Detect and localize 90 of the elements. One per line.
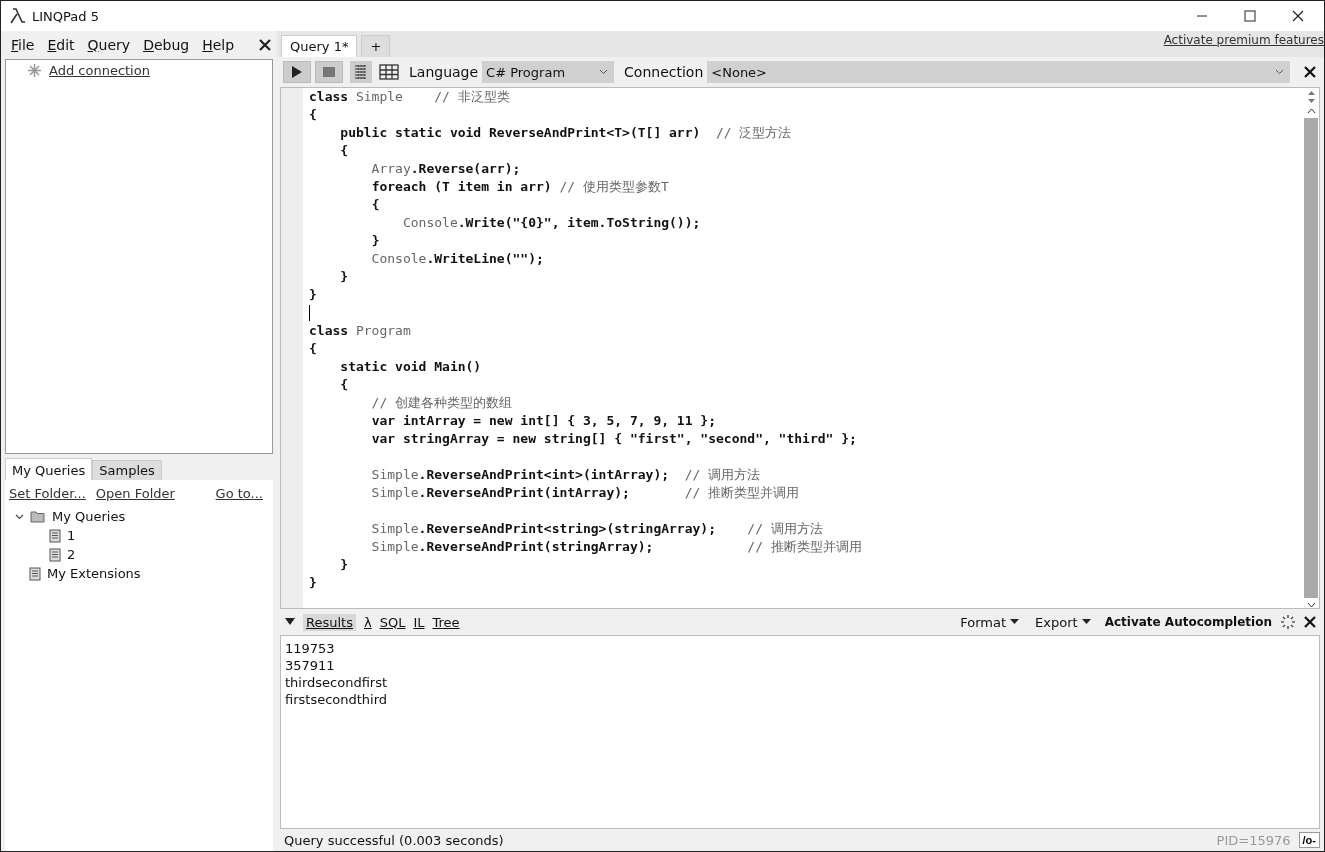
sidebar-tab[interactable]: Samples [92, 460, 162, 480]
scroll-up-icon[interactable] [1306, 108, 1316, 114]
code-line: Console.Write("{0}", item.ToString()); [401, 214, 701, 232]
folder-link[interactable]: Go to... [215, 486, 263, 501]
close-icon[interactable] [1304, 616, 1316, 628]
process-id: PID=15976 [1216, 832, 1291, 848]
output-line: firstsecondthird [285, 691, 389, 708]
document-icon [49, 547, 61, 562]
code-line: foreach (T item in arr) // 使用类型参数T [370, 178, 669, 196]
code-line: static void Main() [339, 358, 482, 376]
maximize-icon[interactable] [1244, 10, 1256, 22]
lambda-logo-icon [9, 7, 27, 25]
code-line: { [370, 196, 380, 214]
dropdown-triangle-icon [1081, 619, 1091, 625]
code-line: } [370, 232, 380, 250]
code-line: Array.Reverse(arr); [370, 160, 521, 178]
stop-icon [323, 67, 335, 77]
scrollbar[interactable] [1303, 88, 1319, 608]
run-button[interactable] [283, 61, 311, 83]
close-icon[interactable] [259, 39, 271, 51]
document-icon [49, 528, 61, 543]
menu-item[interactable]: Query [87, 37, 131, 53]
rich-text-grid-icon[interactable] [350, 61, 372, 83]
sparkle-icon [28, 64, 41, 77]
optimize-toggle-button[interactable]: /o- [1298, 832, 1320, 848]
code-line: { [339, 376, 349, 394]
connection-dropdown[interactable]: <None> [707, 61, 1290, 83]
connection-label: Connection [624, 64, 704, 80]
collapse-triangle-icon[interactable] [285, 618, 295, 626]
menu-item[interactable]: File [11, 37, 35, 53]
output-line: 119753 [285, 640, 336, 657]
language-label: Language [409, 64, 479, 80]
chevron-down-icon [1275, 69, 1284, 75]
dropdown-menu[interactable]: Format [960, 614, 1020, 630]
scroll-down-icon[interactable] [1306, 602, 1316, 608]
code-line: } [339, 268, 349, 286]
folder-link[interactable]: Set Folder... [9, 486, 86, 501]
folder-link[interactable]: Open Folder [95, 486, 175, 501]
code-line: public static void ReverseAndPrint<T>(T[] arr) // 泛型方法 [339, 124, 792, 142]
code-line: var intArray = new int[] { 3, 5, 7, 9, 11 }; [370, 412, 716, 430]
document-icon [29, 566, 41, 581]
folder-icon [30, 510, 46, 523]
tree-item[interactable]: 2 [67, 547, 76, 562]
chevron-icon[interactable] [15, 512, 24, 521]
spinner-icon [1280, 614, 1296, 630]
code-line: Simple.ReverseAndPrint<string>(stringArray); // 调用方法 [370, 520, 823, 538]
data-grid-icon[interactable] [379, 63, 399, 81]
query-tab[interactable]: + [361, 35, 391, 57]
status-message: Query successful (0.003 seconds) [284, 832, 504, 848]
code-line: } [309, 286, 317, 304]
tree-item[interactable]: My Queries [52, 509, 126, 524]
code-line: } [339, 556, 349, 574]
output-line: thirdsecondfirst [285, 674, 389, 691]
tree-item[interactable]: My Extensions [47, 566, 141, 581]
split-arrows-icon[interactable] [1306, 90, 1316, 104]
play-icon [291, 65, 303, 79]
code-line: Simple.ReverseAndPrint(stringArray); // 推断类型并调用 [370, 538, 862, 556]
results-tab[interactable]: λ [363, 614, 372, 630]
window-title: LINQPad 5 [32, 8, 99, 24]
results-tab[interactable]: Tree [432, 614, 460, 630]
code-line: { [339, 142, 349, 160]
code-line: Simple.ReverseAndPrint(intArray); // 推断类型并调用 [370, 484, 800, 502]
code-line: Simple.ReverseAndPrint<int>(intArray); // 调用方法 [370, 466, 761, 484]
results-tab[interactable]: Results [303, 613, 356, 631]
menu-item[interactable]: Edit [47, 37, 75, 53]
code-line: class Simple // 非泛型类 [309, 88, 510, 106]
results-tab[interactable]: IL [413, 614, 425, 630]
dropdown-menu[interactable]: Export [1035, 614, 1091, 630]
code-line: } [309, 574, 317, 592]
premium-link[interactable]: Activate premium features [1163, 33, 1324, 47]
autocompletion-link[interactable]: Activate Autocompletion [1104, 615, 1272, 629]
language-dropdown[interactable]: C# Program [482, 61, 615, 83]
close-icon[interactable] [1304, 66, 1316, 78]
code-line: { [309, 106, 317, 124]
code-line: // 创建各种类型的数组 [370, 394, 513, 412]
code-line: Console.WriteLine(""); [370, 250, 544, 268]
results-tab[interactable]: SQL [379, 614, 406, 630]
close-icon[interactable] [1292, 10, 1304, 22]
code-line: { [309, 340, 317, 358]
chevron-down-icon [599, 69, 609, 75]
add-connection-link[interactable]: Add connection [49, 63, 150, 78]
query-tab[interactable]: Query 1* [281, 35, 358, 57]
menu-item[interactable]: Debug [143, 37, 190, 53]
dropdown-triangle-icon [1010, 619, 1020, 625]
output-line: 357911 [285, 657, 336, 674]
menu-item[interactable]: Help [202, 37, 235, 53]
code-line: var stringArray = new string[] { "first", "second", "third" }; [370, 430, 857, 448]
tree-item[interactable]: 1 [67, 528, 76, 543]
code-line: class Program [309, 322, 411, 340]
sidebar-tab[interactable]: My Queries [5, 458, 93, 480]
